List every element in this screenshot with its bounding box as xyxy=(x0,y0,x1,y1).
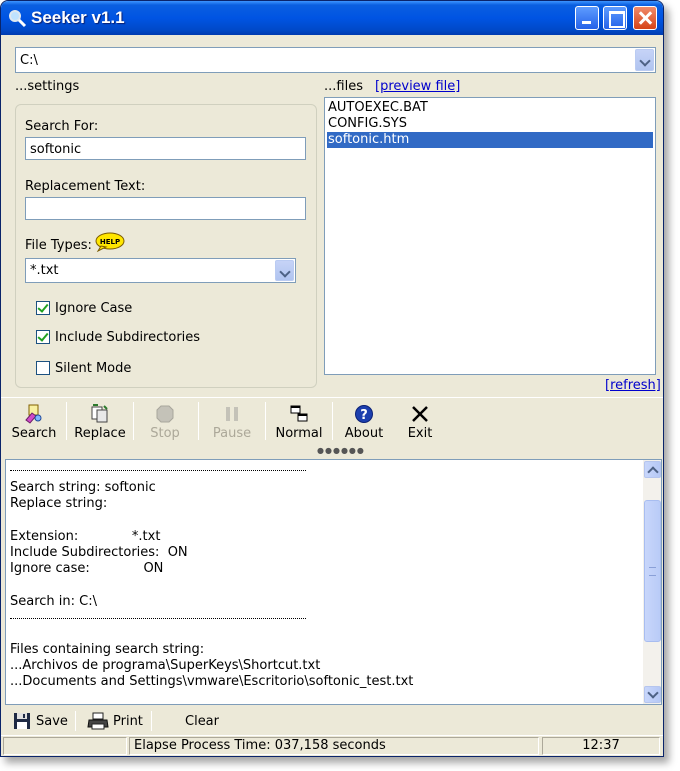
replace-icon xyxy=(91,404,108,423)
log-ignore-case: Ignore case: ON xyxy=(10,561,164,576)
window-title: Seeker v1.1 xyxy=(31,8,125,27)
file-types-value: *.txt xyxy=(30,263,59,278)
splitter-grip-icon[interactable]: ●●●●●● xyxy=(317,446,365,455)
log-separator xyxy=(10,470,306,471)
bottom-toolbar: Save Print Clear xyxy=(1,707,663,735)
normal-button[interactable]: Normal xyxy=(269,400,329,442)
about-button[interactable]: ? About xyxy=(336,400,392,442)
clear-button[interactable]: Clear xyxy=(179,709,223,733)
pause-button[interactable]: Pause xyxy=(202,400,262,442)
status-panel-empty xyxy=(3,737,127,755)
toolbar-divider xyxy=(133,402,134,440)
path-value: C:\ xyxy=(20,53,38,68)
files-section-label: ...files xyxy=(324,79,363,94)
maximize-button[interactable] xyxy=(603,6,627,30)
stop-button[interactable]: Stop xyxy=(137,400,193,442)
pause-icon xyxy=(226,407,238,421)
floppy-disk-icon xyxy=(14,713,30,729)
svg-text:HELP: HELP xyxy=(100,238,120,246)
bottom-divider xyxy=(75,711,76,731)
close-button[interactable] xyxy=(633,6,657,30)
question-icon: ? xyxy=(355,405,373,423)
refresh-link[interactable]: [refresh] xyxy=(605,378,661,393)
silent-mode-label: Silent Mode xyxy=(55,361,132,376)
toolbar-divider xyxy=(332,402,333,440)
log-files-heading: Files containing search string: xyxy=(10,642,205,657)
silent-mode-checkbox[interactable] xyxy=(36,361,50,375)
log-replace-string: Replace string: xyxy=(10,496,108,511)
toolbar-divider xyxy=(66,402,67,440)
log-result: ...Documents and Settings\vmware\Escrito… xyxy=(10,674,414,689)
exit-x-icon xyxy=(412,406,428,422)
printer-icon xyxy=(87,712,109,730)
preview-file-link[interactable]: [preview file] xyxy=(375,79,460,94)
seeker-window: Seeker v1.1 C:\ ...settings ...files [pr… xyxy=(0,0,664,757)
list-item[interactable]: CONFIG.SYS xyxy=(327,116,653,132)
save-button[interactable]: Save xyxy=(13,709,69,733)
results-log[interactable]: Search string: softonic Replace string: … xyxy=(5,459,662,705)
exit-button[interactable]: Exit xyxy=(395,400,445,442)
include-subdirectories-checkbox[interactable] xyxy=(36,330,50,344)
log-search-string: Search string: softonic xyxy=(10,480,156,495)
ignore-case-checkbox[interactable] xyxy=(36,301,50,315)
file-types-select[interactable]: *.txt xyxy=(25,258,296,283)
log-search-in: Search in: C:\ xyxy=(10,594,97,609)
scroll-down-icon[interactable] xyxy=(644,686,661,703)
svg-text:?: ? xyxy=(360,408,368,423)
files-list[interactable]: AUTOEXEC.BAT CONFIG.SYS softonic.htm xyxy=(324,97,656,375)
replace-button[interactable]: Replace xyxy=(69,400,131,442)
log-include-subdirs: Include Subdirectories: ON xyxy=(10,545,188,560)
settings-section-label: ...settings xyxy=(15,79,80,94)
toolbar: Search Replace Stop Pause Normal ? About… xyxy=(1,397,663,443)
list-item[interactable]: softonic.htm xyxy=(327,132,653,148)
ignore-case-label: Ignore Case xyxy=(55,301,133,316)
scroll-up-icon[interactable] xyxy=(644,461,661,478)
log-result: ...Archivos de programa\SuperKeys\Shortc… xyxy=(10,658,321,673)
status-elapsed-time: Elapse Process Time: 037,158 seconds xyxy=(129,737,539,755)
magnifier-icon xyxy=(9,10,27,28)
chevron-down-icon[interactable] xyxy=(635,49,654,71)
minimize-button[interactable] xyxy=(575,6,599,30)
print-button[interactable]: Print xyxy=(87,709,145,733)
title-bar[interactable]: Seeker v1.1 xyxy=(1,1,663,35)
replacement-text-input[interactable] xyxy=(25,197,306,220)
path-select[interactable]: C:\ xyxy=(15,47,656,73)
chevron-down-icon[interactable] xyxy=(275,260,294,281)
status-clock: 12:37 xyxy=(542,737,660,755)
log-extension: Extension: *.txt xyxy=(10,529,161,544)
file-types-label: File Types: xyxy=(25,238,92,253)
bottom-divider xyxy=(151,711,152,731)
list-item[interactable]: AUTOEXEC.BAT xyxy=(327,100,653,116)
search-tool-icon xyxy=(25,404,42,424)
toolbar-divider xyxy=(265,402,266,440)
include-subdirectories-label: Include Subdirectories xyxy=(55,330,201,345)
status-bar: Elapse Process Time: 037,158 seconds 12:… xyxy=(1,735,663,756)
search-for-label: Search For: xyxy=(25,119,99,134)
search-for-input[interactable]: softonic xyxy=(25,137,306,160)
log-scrollbar[interactable] xyxy=(643,460,661,704)
help-icon[interactable]: HELP xyxy=(95,232,125,252)
windows-icon xyxy=(290,405,308,422)
stop-icon xyxy=(156,405,174,423)
scroll-thumb[interactable] xyxy=(644,500,661,642)
log-separator xyxy=(10,618,306,619)
replacement-text-label: Replacement Text: xyxy=(25,179,146,194)
toolbar-divider xyxy=(198,402,199,440)
search-button[interactable]: Search xyxy=(7,400,61,442)
